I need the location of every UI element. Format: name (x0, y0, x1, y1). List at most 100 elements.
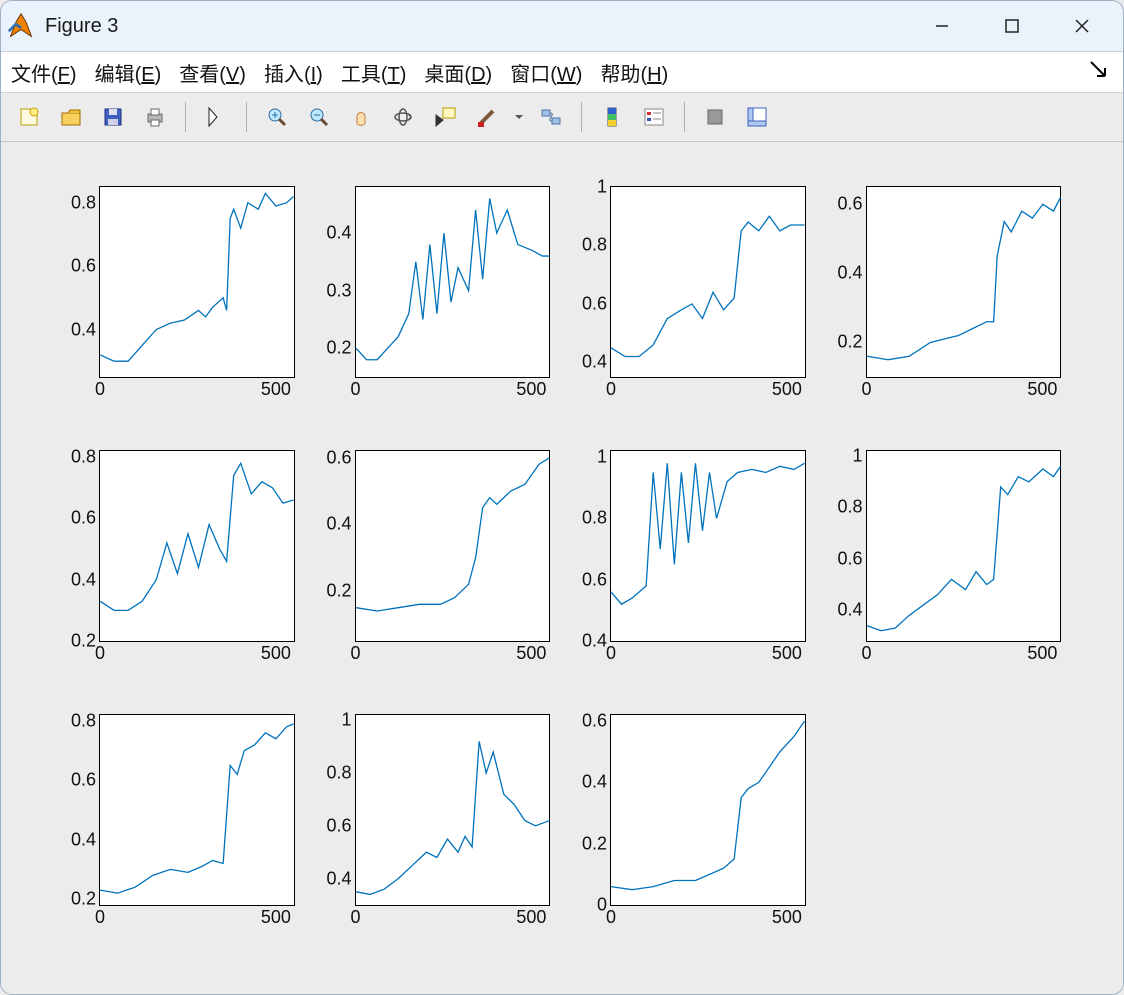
x-tick: 0 (606, 641, 616, 664)
axes-box[interactable]: 0.20.40.60500 (355, 450, 551, 642)
y-tick: 0.4 (326, 514, 355, 535)
x-tick: 500 (261, 377, 291, 400)
brush-dropdown[interactable] (511, 99, 527, 135)
show-plot-tools-button[interactable] (739, 99, 775, 135)
x-tick: 0 (95, 905, 105, 928)
subplot-8[interactable]: 0.40.60.810500 (828, 446, 1064, 670)
menu-edit[interactable]: 编辑(E) (95, 58, 162, 87)
axes-box[interactable]: 0.40.60.810500 (610, 450, 806, 642)
subplot-2[interactable]: 0.20.30.40500 (317, 182, 553, 406)
colorbar-button[interactable] (594, 99, 630, 135)
y-tick: 0.4 (71, 319, 100, 340)
data-cursor-button[interactable] (427, 99, 463, 135)
subplot-1[interactable]: 0.40.60.80500 (61, 182, 297, 406)
subplot-12[interactable] (828, 710, 1064, 934)
toolbar-separator (185, 102, 186, 132)
line-series (867, 187, 1061, 377)
y-tick: 0.2 (837, 332, 866, 353)
axes-box[interactable]: 0.20.30.40500 (355, 186, 551, 378)
x-tick: 500 (772, 377, 802, 400)
line-series (356, 715, 550, 905)
y-tick: 0.4 (837, 600, 866, 621)
subplot-6[interactable]: 0.20.40.60500 (317, 446, 553, 670)
zoom-in-button[interactable] (259, 99, 295, 135)
subplot-3[interactable]: 0.40.60.810500 (572, 182, 808, 406)
dock-arrow-icon[interactable] (1089, 60, 1107, 84)
rotate-3d-button[interactable] (385, 99, 421, 135)
figure-canvas[interactable]: 0.40.60.805000.20.30.405000.40.60.810500… (1, 142, 1123, 994)
line-series (356, 187, 550, 377)
x-tick: 0 (350, 905, 360, 928)
axes-box[interactable]: 00.20.40.60500 (610, 714, 806, 906)
menu-view[interactable]: 查看(V) (179, 58, 246, 87)
y-tick: 0.4 (582, 352, 611, 373)
brush-button[interactable] (469, 99, 505, 135)
link-button[interactable] (533, 99, 569, 135)
line-series (611, 451, 805, 641)
line-series (100, 715, 294, 905)
axes-box[interactable]: 0.40.60.810500 (355, 714, 551, 906)
subplot-9[interactable]: 0.20.40.60.80500 (61, 710, 297, 934)
pan-button[interactable] (343, 99, 379, 135)
y-tick: 0.8 (582, 235, 611, 256)
y-tick: 0.8 (71, 710, 100, 731)
minimize-button[interactable] (907, 1, 977, 51)
zoom-out-button[interactable] (301, 99, 337, 135)
y-tick: 0.6 (71, 770, 100, 791)
hide-plot-tools-button[interactable] (697, 99, 733, 135)
y-tick: 0.6 (582, 711, 611, 732)
titlebar[interactable]: Figure 3 (1, 1, 1123, 51)
x-tick: 500 (516, 641, 546, 664)
axes-box[interactable]: 0.20.40.60500 (866, 186, 1062, 378)
menu-window[interactable]: 窗口(W) (510, 58, 582, 87)
x-tick: 0 (861, 377, 871, 400)
axes-box[interactable]: 0.40.60.810500 (610, 186, 806, 378)
x-tick: 500 (261, 641, 291, 664)
y-tick: 0.4 (582, 772, 611, 793)
menu-desktop[interactable]: 桌面(D) (424, 58, 492, 87)
axes-box[interactable]: 0.20.40.60.80500 (99, 714, 295, 906)
matlab-icon (7, 12, 35, 40)
menu-insert[interactable]: 插入(I) (264, 58, 323, 87)
x-tick: 0 (861, 641, 871, 664)
legend-button[interactable] (636, 99, 672, 135)
y-tick: 0.8 (837, 497, 866, 518)
y-tick: 1 (852, 446, 866, 467)
y-tick: 0.6 (582, 569, 611, 590)
y-tick: 0.4 (71, 829, 100, 850)
axes-box[interactable]: 0.40.60.80500 (99, 186, 295, 378)
menu-help[interactable]: 帮助(H) (600, 58, 668, 87)
save-button[interactable] (95, 99, 131, 135)
y-tick: 0.6 (582, 293, 611, 314)
axes-box[interactable]: 0.20.40.60.80500 (99, 450, 295, 642)
menu-file[interactable]: 文件(F) (11, 58, 77, 87)
menu-tools[interactable]: 工具(T) (341, 58, 407, 87)
close-button[interactable] (1047, 1, 1117, 51)
maximize-button[interactable] (977, 1, 1047, 51)
menubar: 文件(F) 编辑(E) 查看(V) 插入(I) 工具(T) 桌面(D) 窗口(W… (1, 51, 1123, 93)
x-tick: 0 (350, 641, 360, 664)
edit-plot-button[interactable] (198, 99, 234, 135)
y-tick: 0.6 (71, 256, 100, 277)
y-tick: 0.8 (582, 508, 611, 529)
subplot-7[interactable]: 0.40.60.810500 (572, 446, 808, 670)
y-tick: 0.6 (326, 447, 355, 468)
subplot-5[interactable]: 0.20.40.60.80500 (61, 446, 297, 670)
y-tick: 0.8 (326, 763, 355, 784)
line-series (100, 187, 294, 377)
x-tick: 500 (1027, 377, 1057, 400)
subplot-4[interactable]: 0.20.40.60500 (828, 182, 1064, 406)
open-button[interactable] (53, 99, 89, 135)
new-figure-button[interactable] (11, 99, 47, 135)
y-tick: 0.3 (326, 280, 355, 301)
subplot-10[interactable]: 0.40.60.810500 (317, 710, 553, 934)
y-tick: 0.4 (837, 263, 866, 284)
y-tick: 0.4 (326, 868, 355, 889)
toolbar-separator (581, 102, 582, 132)
subplot-11[interactable]: 00.20.40.60500 (572, 710, 808, 934)
print-button[interactable] (137, 99, 173, 135)
toolbar (1, 93, 1123, 142)
y-tick: 1 (341, 710, 355, 731)
line-series (356, 451, 550, 641)
axes-box[interactable]: 0.40.60.810500 (866, 450, 1062, 642)
